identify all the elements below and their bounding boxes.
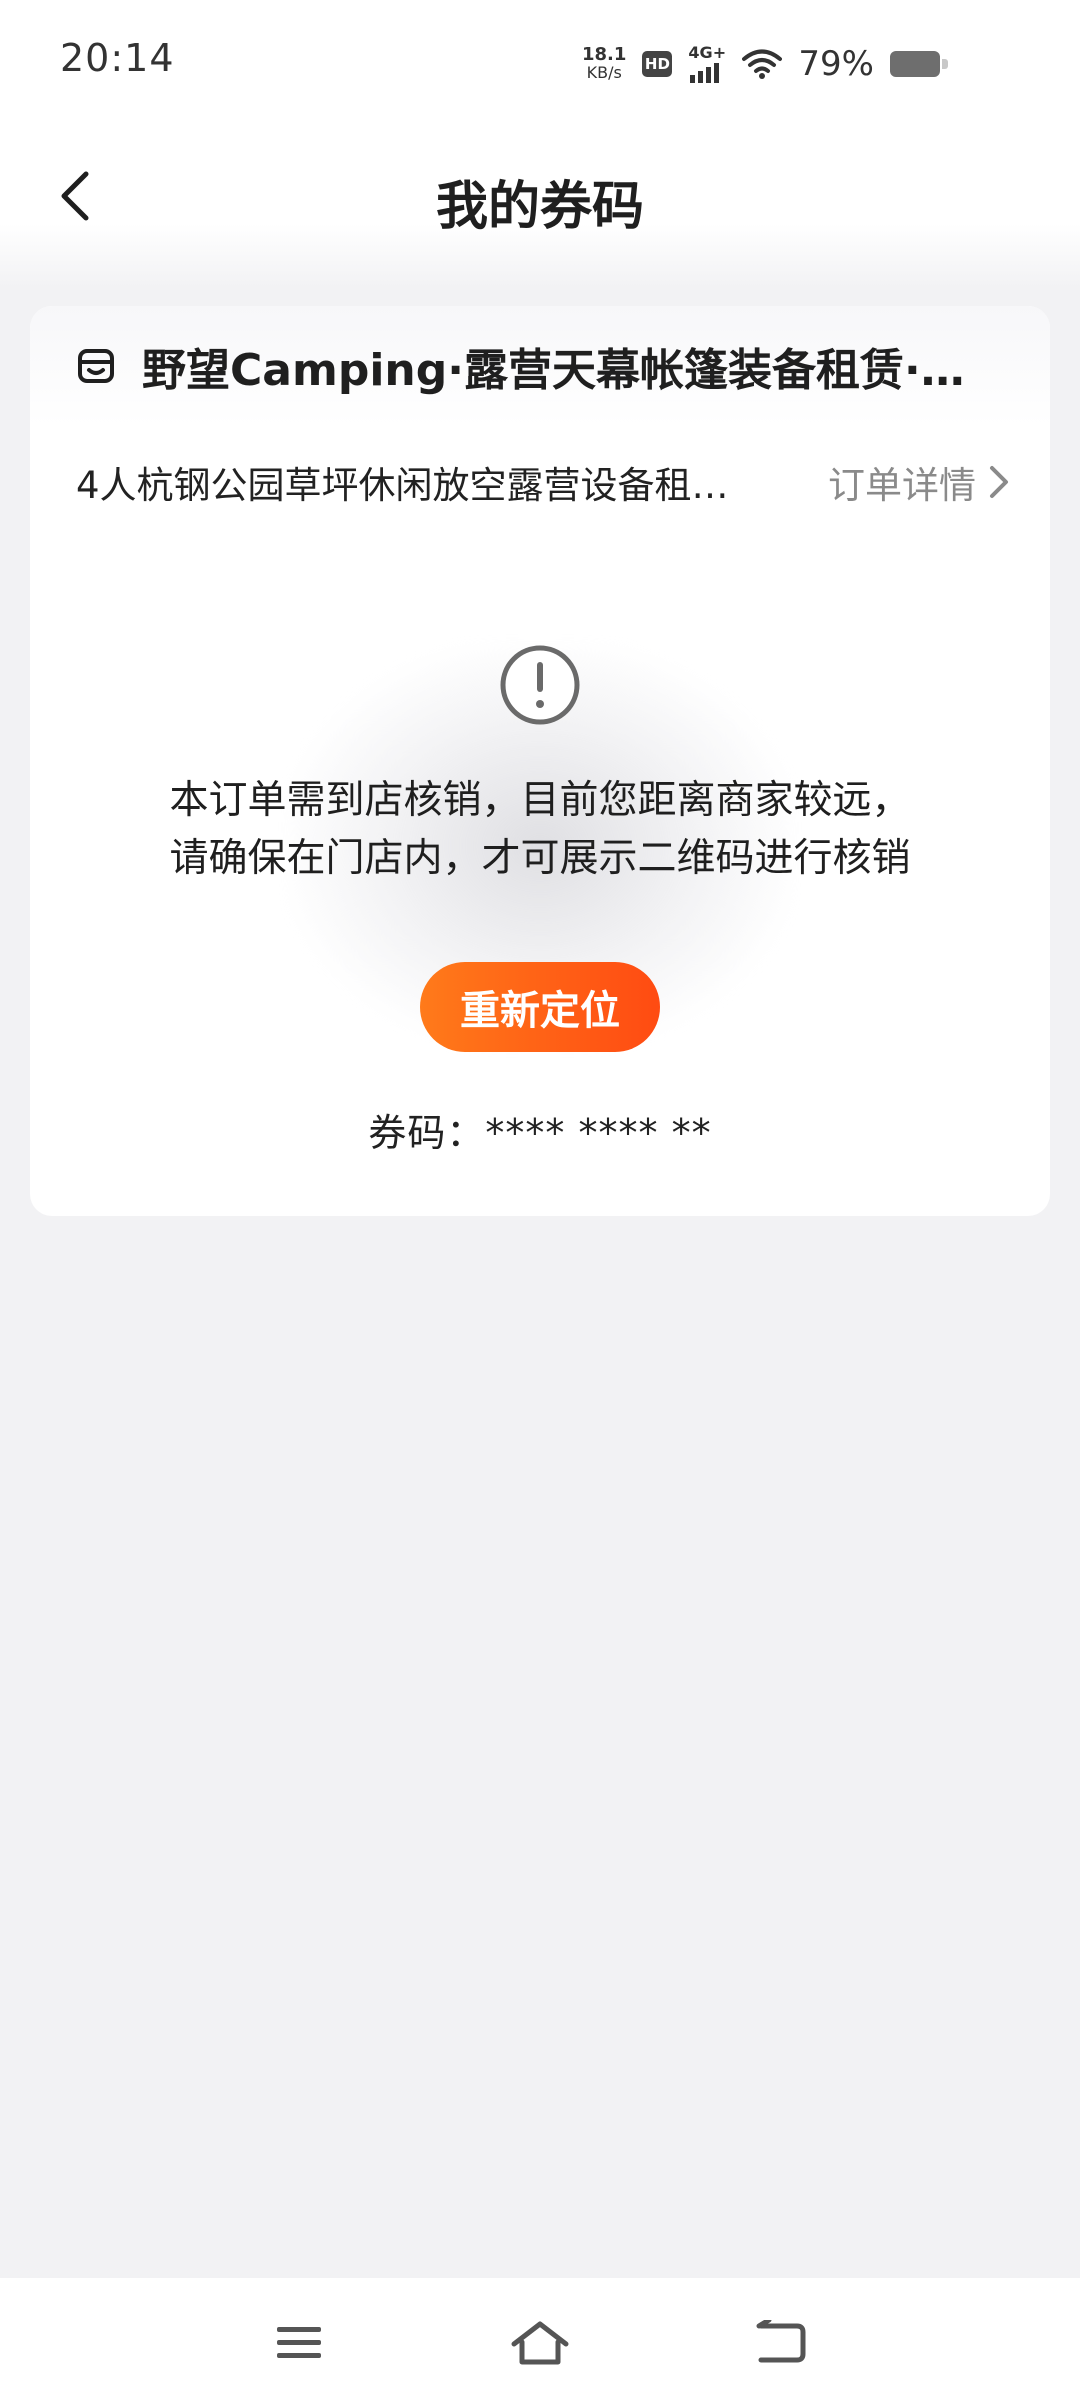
page-header: 我的券码 [0,128,1080,288]
status-bar: 20:14 18.1 KB/s HD 4G+ 79% [0,0,1080,128]
wifi-icon [742,49,783,79]
nav-back-button[interactable] [746,2308,816,2378]
system-nav-bar [0,2278,1080,2408]
signal-icon: 4G+ [688,45,726,83]
nav-home-button[interactable] [505,2308,575,2378]
back-icon [756,2320,806,2363]
menu-icon [277,2327,321,2358]
order-detail-label: 订单详情 [828,464,976,507]
network-type-label: 4G+ [688,43,727,62]
signal-bars-icon [690,63,720,83]
battery-icon [890,51,948,77]
home-icon [511,2321,569,2365]
notice-line-1: 本订单需到店核销，目前您距离商家较远， [169,778,911,823]
coupon-code-value: **** **** ** [485,1111,712,1155]
coupon-code-label: 券码： [368,1111,486,1155]
store-row[interactable]: 野望Camping·露营天幕帐篷装备租赁·烧… [30,306,1050,426]
chevron-right-icon [990,466,1008,498]
status-icons: 18.1 KB/s HD 4G+ 79% [582,42,948,86]
hd-icon: HD [642,51,673,77]
battery-percent: 79% [798,44,874,84]
order-detail-link[interactable]: 订单详情 [828,455,1010,509]
exclamation-circle-icon [500,645,580,725]
store-icon [76,346,116,386]
order-name: 4人杭钢公园草坪休闲放空露营设备租… [76,464,729,507]
nav-menu-button[interactable] [264,2308,334,2378]
network-speed-value: 18.1 [582,44,627,65]
notice-line-2: 请确保在门店内，才可展示二维码进行核销 [169,836,911,881]
coupon-card: 野望Camping·露营天幕帐篷装备租赁·烧… 4人杭钢公园草坪休闲放空露营设备… [30,306,1050,1216]
status-time: 20:14 [60,36,175,80]
network-speed-unit: KB/s [586,63,622,82]
coupon-code: 券码：**** **** ** [30,1102,1050,1157]
store-name: 野望Camping·露营天幕帐篷装备租赁·烧… [142,345,1002,396]
page-title: 我的券码 [435,177,644,237]
relocate-button[interactable]: 重新定位 [420,962,660,1052]
network-speed: 18.1 KB/s [582,46,626,82]
distance-notice: 本订单需到店核销，目前您距离商家较远， 请确保在门店内，才可展示二维码进行核销 [30,772,1050,888]
order-row: 4人杭钢公园草坪休闲放空露营设备租… 订单详情 [30,452,1050,512]
